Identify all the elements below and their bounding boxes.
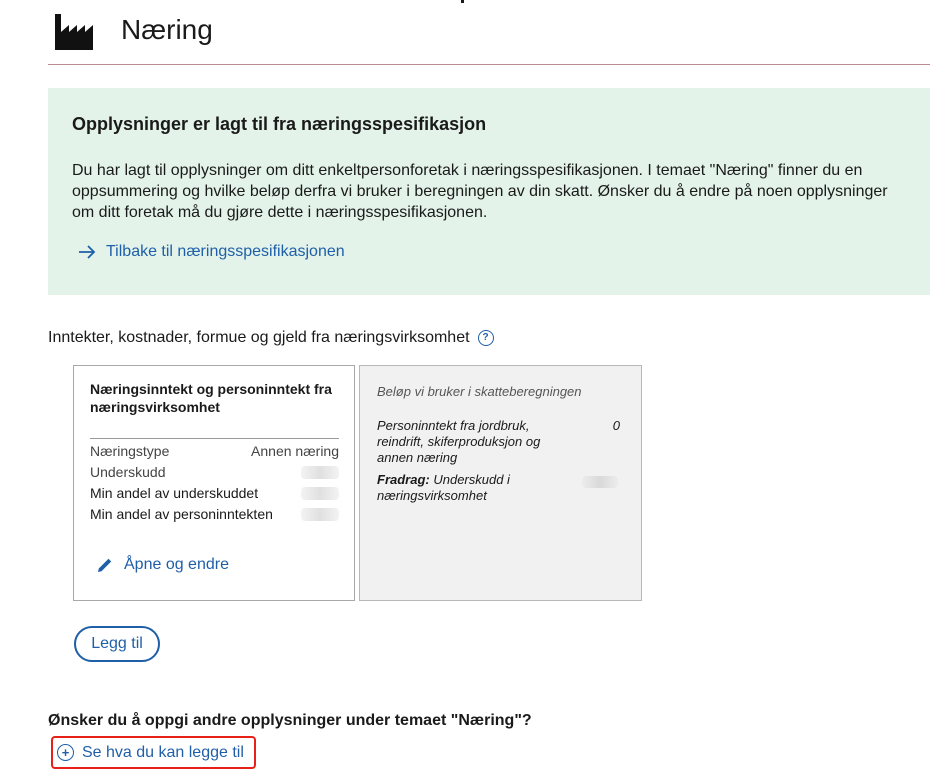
row-label: Næringstype (90, 443, 170, 459)
row-label: Min andel av underskuddet (90, 485, 259, 501)
calculation-panel: Beløp vi bruker i skatteberegningen Pers… (359, 365, 642, 601)
question-text: Ønsker du å oppgi andre opplysninger und… (48, 712, 532, 729)
blurred-value (582, 476, 618, 488)
blurred-value (301, 466, 339, 479)
page-header: Næring (48, 0, 930, 65)
calc-row-label: Personinntekt fra jordbruk, reindrift, s… (377, 418, 541, 465)
calc-title: Beløp vi bruker i skatteberegningen (377, 384, 582, 399)
see-what-to-add-label: Se hva du kan legge til (82, 743, 244, 761)
pencil-icon (98, 558, 112, 572)
calc-row: Personinntekt fra jordbruk, reindrift, s… (377, 418, 632, 466)
section-label: Inntekter, kostnader, formue og gjeld fr… (48, 329, 494, 347)
business-card: Næringsinntekt og personinntekt fra næri… (73, 365, 355, 601)
row-label: Underskudd (90, 464, 166, 480)
section-label-text: Inntekter, kostnader, formue og gjeld fr… (48, 329, 470, 346)
calc-row-bold: Fradrag: (377, 472, 430, 487)
blurred-value (301, 508, 339, 521)
factory-icon (55, 14, 93, 50)
row-value: Annen næring (251, 443, 339, 459)
question-circle-icon[interactable]: ? (477, 330, 494, 346)
info-box: Opplysninger er lagt til fra næringsspes… (48, 88, 930, 295)
table-row: Næringstype Annen næring (90, 438, 339, 462)
table-row: Min andel av underskuddet (90, 483, 339, 504)
calc-row: Fradrag: Underskudd i næringsvirksomhet (377, 472, 632, 504)
see-what-to-add-link[interactable]: + Se hva du kan legge til (51, 736, 256, 769)
open-edit-label: Åpne og endre (124, 556, 229, 573)
blurred-value (301, 487, 339, 500)
calc-row-value: 0 (612, 418, 620, 433)
card-rows: Næringstype Annen næring Underskudd Min … (90, 438, 339, 525)
info-title: Opplysninger er lagt til fra næringsspes… (72, 114, 487, 134)
card-title: Næringsinntekt og personinntekt fra næri… (90, 381, 332, 415)
table-row: Min andel av personinntekten (90, 504, 339, 525)
plus-circle-icon: + (57, 744, 74, 761)
back-to-spec-label: Tilbake til næringsspesifikasjonen (106, 243, 345, 260)
calc-row-label: Fradrag: Underskudd i næringsvirksomhet (377, 472, 567, 504)
open-edit-link[interactable]: Åpne og endre (96, 556, 229, 574)
row-label: Min andel av personinntekten (90, 506, 273, 522)
add-button[interactable]: Legg til (74, 626, 160, 662)
info-body: Du har lagt til opplysninger om ditt enk… (72, 162, 888, 221)
table-row: Underskudd (90, 462, 339, 483)
page-title: Næring (121, 14, 213, 45)
back-to-spec-link[interactable]: Tilbake til næringsspesifikasjonen (78, 243, 345, 261)
arrow-right-icon (79, 245, 96, 259)
